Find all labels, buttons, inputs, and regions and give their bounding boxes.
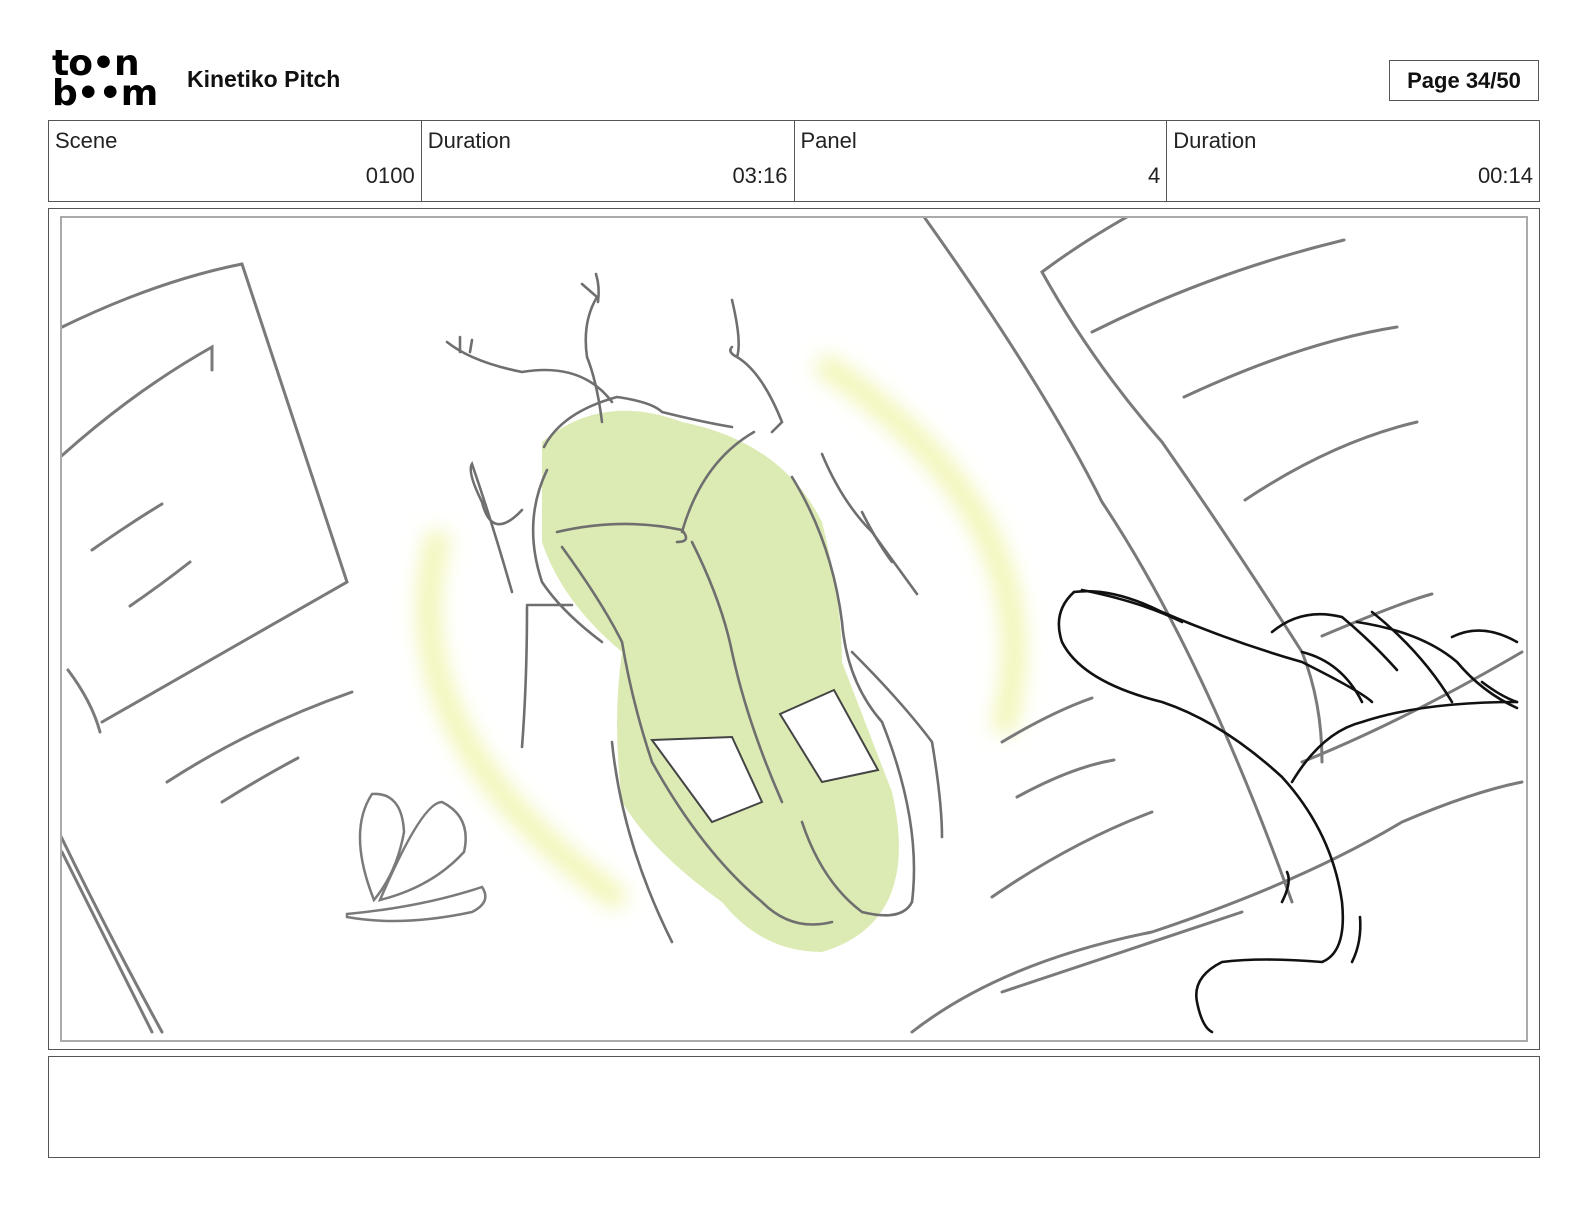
info-cell-scene-duration: Duration 03:16 xyxy=(422,121,795,201)
page-indicator: Page 34/50 xyxy=(1389,60,1539,101)
figure-sketch xyxy=(445,272,944,952)
sketch-drawing xyxy=(62,218,1524,1034)
hand-sketch xyxy=(1057,588,1519,1034)
info-label: Duration xyxy=(1173,128,1257,153)
storyboard-panel-image xyxy=(60,216,1528,1042)
logo-line-2: b••m xyxy=(52,73,158,114)
info-label: Panel xyxy=(800,128,857,153)
info-cell-panel: Panel 4 xyxy=(795,121,1168,201)
project-title: Kinetiko Pitch xyxy=(187,66,341,92)
left-book-sketch xyxy=(62,262,354,1034)
butterfly-doodle xyxy=(345,792,487,923)
panel-info-table: Scene 0100 Duration 03:16 Panel 4 Durati… xyxy=(48,120,1540,202)
info-cell-panel-duration: Duration 00:14 xyxy=(1167,121,1539,201)
info-value: 00:14 xyxy=(1477,163,1533,188)
panel-notes-box[interactable] xyxy=(48,1056,1540,1158)
info-value: 0100 xyxy=(365,163,415,188)
info-value: 03:16 xyxy=(732,163,788,188)
toonboom-logo: to•n b••m xyxy=(52,46,164,114)
info-cell-scene: Scene 0100 xyxy=(49,121,422,201)
info-value: 4 xyxy=(1148,163,1161,188)
info-label: Duration xyxy=(427,128,511,153)
info-label: Scene xyxy=(55,128,118,153)
